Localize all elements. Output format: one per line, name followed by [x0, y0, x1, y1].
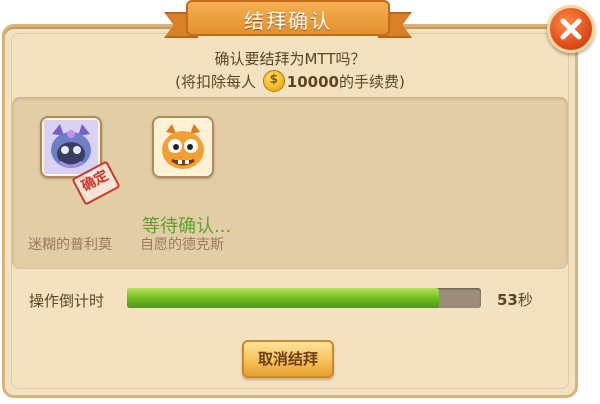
fee-prefix: (将扣除每人 — [175, 73, 257, 91]
coin-symbol: $ — [269, 72, 278, 86]
dialog-title: 结拜确认 — [244, 9, 332, 33]
close-icon — [560, 18, 582, 40]
countdown-progress-bar — [127, 288, 481, 308]
cancel-sworn-button[interactable]: 取消结拜 — [242, 340, 334, 378]
coin-icon: $ — [262, 70, 285, 92]
fee-amount: 10000 — [286, 73, 339, 91]
player-name-2: 自愿的德克斯 — [140, 237, 224, 253]
countdown-seconds: 53秒 — [497, 289, 533, 310]
close-button[interactable] — [547, 5, 595, 53]
fee-notice: (将扣除每人 $10000的手续费) — [0, 70, 580, 92]
monster-avatar-icon — [156, 120, 210, 174]
player-name-1: 迷糊的普利莫 — [28, 237, 112, 253]
countdown-progress-fill — [127, 288, 439, 308]
seconds-unit: 秒 — [517, 291, 533, 309]
seconds-value: 53 — [497, 291, 518, 309]
fee-suffix: 的手续费) — [338, 73, 405, 91]
title-ribbon: 结拜确认 — [164, 0, 412, 40]
wizard-avatar-icon — [44, 120, 98, 174]
confirm-question: 确认要结拜为MTT吗？ — [214, 50, 366, 68]
countdown-label: 操作倒计时 — [29, 292, 105, 310]
player-avatar-2 — [152, 116, 214, 178]
